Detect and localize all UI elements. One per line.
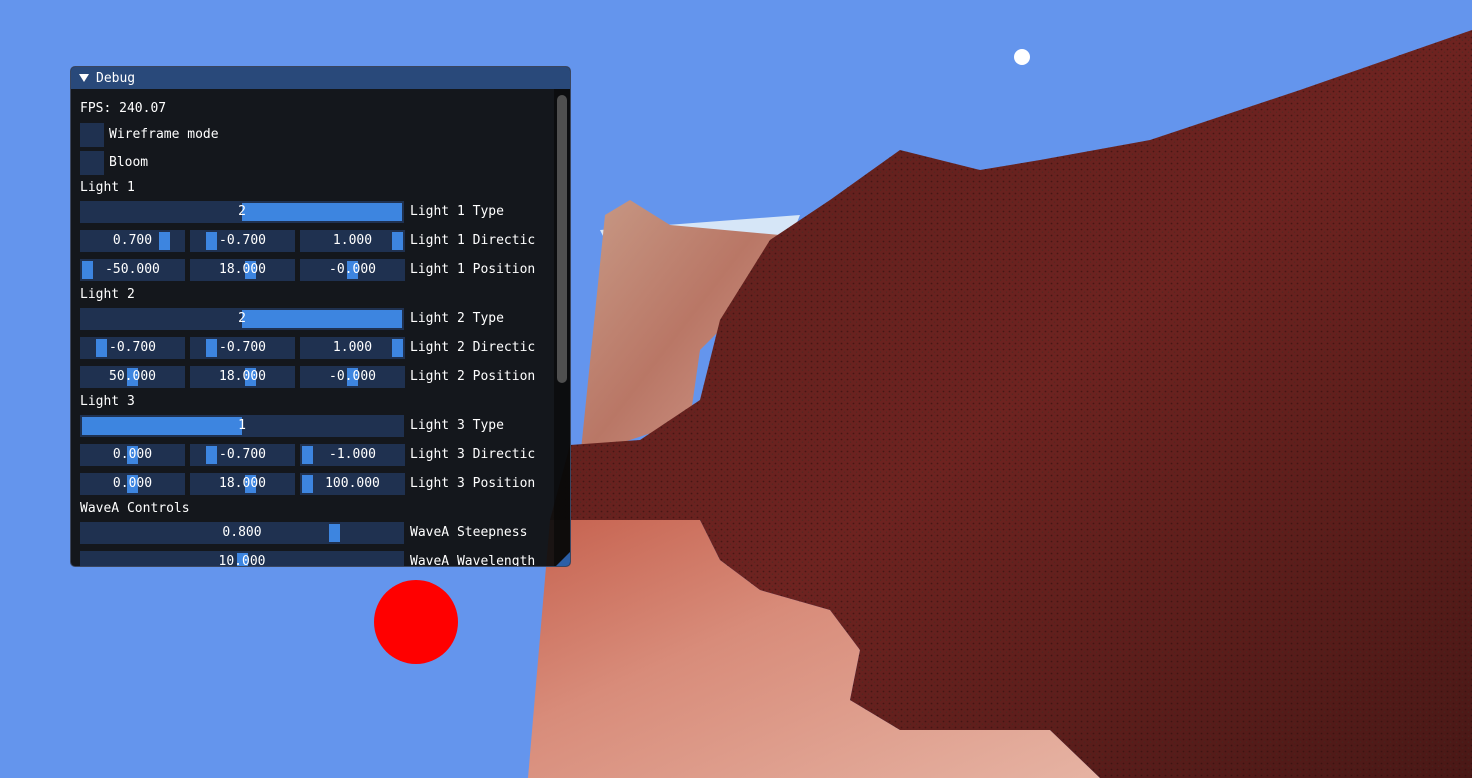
slider-value: 1.000 [332, 340, 373, 355]
section-light-3: Light 3 [80, 394, 135, 409]
light1-position-z-slider[interactable]: -0.000 [300, 259, 405, 281]
light3-direction-label: Light 3 Directic [410, 448, 536, 462]
bloom-label: Bloom [109, 155, 149, 170]
white-light-sphere [1014, 49, 1030, 65]
light2-type-slider[interactable]: 2 [80, 308, 404, 330]
light1-position-x-slider[interactable]: -50.000 [80, 259, 185, 281]
slider-value: 10.000 [218, 554, 266, 567]
slider-value: 18.000 [219, 369, 266, 384]
slider-value: 0.000 [112, 476, 153, 491]
slider-value: 1.000 [332, 233, 373, 248]
slider-value: 18.000 [219, 476, 266, 491]
slider-value: 50.000 [109, 369, 156, 384]
bloom-checkbox[interactable] [80, 151, 104, 175]
light2-position-z-slider[interactable]: -0.000 [300, 366, 405, 388]
light3-position-z-slider[interactable]: 100.000 [300, 473, 405, 495]
wavea-wavelength-label: WaveA Wavelength [410, 555, 536, 567]
light3-position-label: Light 3 Position [410, 477, 536, 491]
light1-direction-y-slider[interactable]: -0.700 [190, 230, 295, 252]
debug-scrollbar[interactable] [554, 89, 570, 566]
light1-direction-label: Light 1 Directic [410, 234, 536, 248]
wavea-wavelength-slider[interactable]: 10.000 [80, 551, 404, 567]
slider-value: -0.700 [219, 447, 266, 462]
slider-value: 2 [238, 204, 246, 219]
scrollbar-grab[interactable] [557, 95, 567, 383]
slider-value: -0.700 [109, 340, 156, 355]
light3-direction-y-slider[interactable]: -0.700 [190, 444, 295, 466]
slider-value: 1 [238, 418, 246, 433]
light2-direction-y-slider[interactable]: -0.700 [190, 337, 295, 359]
debug-window-titlebar[interactable]: Debug [71, 67, 570, 89]
light2-direction-label: Light 2 Directic [410, 341, 536, 355]
light3-position-x-slider[interactable]: 0.000 [80, 473, 185, 495]
light3-direction-x-slider[interactable]: 0.000 [80, 444, 185, 466]
debug-window-content: FPS: 240.07 Wireframe mode Bloom Light 1… [71, 89, 570, 566]
slider-value: -50.000 [105, 262, 160, 277]
wavea-steepness-slider[interactable]: 0.800 [80, 522, 404, 544]
slider-value: 0.000 [112, 447, 153, 462]
slider-value: 0.700 [112, 233, 153, 248]
slider-value: 0.800 [222, 525, 262, 540]
light2-type-label: Light 2 Type [410, 312, 504, 326]
light1-direction-z-slider[interactable]: 1.000 [300, 230, 405, 252]
window-title: Debug [96, 70, 136, 86]
wavea-steepness-label: WaveA Steepness [410, 526, 528, 540]
collapse-triangle-icon[interactable] [79, 74, 89, 82]
light2-direction-x-slider[interactable]: -0.700 [80, 337, 185, 359]
slider-value: -0.000 [329, 262, 376, 277]
fps-readout: FPS: 240.07 [80, 101, 167, 116]
light3-type-label: Light 3 Type [410, 419, 504, 433]
slider-value: 2 [238, 311, 246, 326]
wireframe-checkbox[interactable] [80, 123, 104, 147]
light2-direction-z-slider[interactable]: 1.000 [300, 337, 405, 359]
slider-value: 18.000 [219, 262, 266, 277]
light2-position-label: Light 2 Position [410, 370, 536, 384]
light1-direction-x-slider[interactable]: 0.700 [80, 230, 185, 252]
debug-window[interactable]: Debug FPS: 240.07 Wireframe mode Bloom L… [70, 66, 571, 567]
slider-value: -0.700 [219, 233, 266, 248]
section-light-2: Light 2 [80, 287, 135, 302]
light3-direction-z-slider[interactable]: -1.000 [300, 444, 405, 466]
light3-type-slider[interactable]: 1 [80, 415, 404, 437]
wireframe-label: Wireframe mode [109, 127, 219, 142]
light3-position-y-slider[interactable]: 18.000 [190, 473, 295, 495]
light1-position-label: Light 1 Position [410, 263, 536, 277]
slider-value: 100.000 [325, 476, 380, 491]
section-wavea: WaveA Controls [80, 501, 190, 516]
light1-position-y-slider[interactable]: 18.000 [190, 259, 295, 281]
slider-value: -0.000 [329, 369, 376, 384]
section-light-1: Light 1 [80, 180, 135, 195]
light2-position-y-slider[interactable]: 18.000 [190, 366, 295, 388]
resize-grip-icon[interactable] [556, 552, 570, 566]
slider-value: -1.000 [329, 447, 376, 462]
light1-type-label: Light 1 Type [410, 205, 504, 219]
slider-value: -0.700 [219, 340, 266, 355]
light2-position-x-slider[interactable]: 50.000 [80, 366, 185, 388]
light1-type-slider[interactable]: 2 [80, 201, 404, 223]
red-light-sphere [374, 580, 458, 664]
